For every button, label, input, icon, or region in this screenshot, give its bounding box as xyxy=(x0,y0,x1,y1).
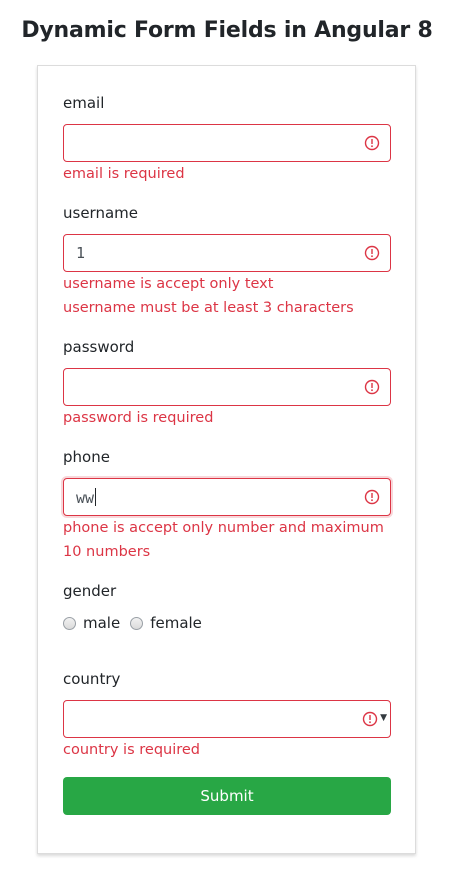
email-label: email xyxy=(63,94,105,112)
submit-button[interactable]: Submit xyxy=(63,777,391,815)
country-label: country xyxy=(63,670,121,688)
caret-down-icon: ▼ xyxy=(380,713,387,723)
username-error-length: username must be at least 3 characters xyxy=(63,300,354,316)
exclamation-circle-icon xyxy=(362,711,378,727)
radio-male[interactable] xyxy=(63,616,76,630)
exclamation-circle-icon xyxy=(364,379,380,395)
email-error: email is required xyxy=(63,166,185,182)
exclamation-circle-icon xyxy=(364,245,380,261)
text-caret xyxy=(95,488,97,506)
phone-field[interactable]: ww xyxy=(63,478,391,516)
username-value: 1 xyxy=(76,244,86,262)
exclamation-circle-icon xyxy=(364,489,380,505)
password-field[interactable] xyxy=(63,368,391,406)
phone-value: ww xyxy=(76,489,95,507)
email-field[interactable] xyxy=(63,124,391,162)
username-field[interactable]: 1 xyxy=(63,234,391,272)
phone-label: phone xyxy=(63,448,110,466)
password-label: password xyxy=(63,338,135,356)
gender-option-female[interactable]: female xyxy=(130,614,202,632)
phone-error: phone is accept only number and maximum … xyxy=(63,520,384,560)
gender-radio-group: male female xyxy=(63,614,212,632)
phone-value-wrap: ww xyxy=(76,488,97,507)
gender-option-male[interactable]: male xyxy=(63,614,120,632)
username-label: username xyxy=(63,204,138,222)
radio-label-female: female xyxy=(150,614,202,632)
radio-female[interactable] xyxy=(130,616,144,630)
gender-label: gender xyxy=(63,582,117,600)
radio-label-male: male xyxy=(83,614,121,632)
page-title: Dynamic Form Fields in Angular 8 xyxy=(21,18,433,43)
username-error-text: username is accept only text xyxy=(63,276,274,292)
country-error: country is required xyxy=(63,742,201,758)
password-error: password is required xyxy=(63,410,214,426)
country-select[interactable]: ▼ xyxy=(63,700,391,738)
exclamation-circle-icon xyxy=(364,135,380,151)
form-card: email email is required username 1 usern… xyxy=(37,65,416,854)
